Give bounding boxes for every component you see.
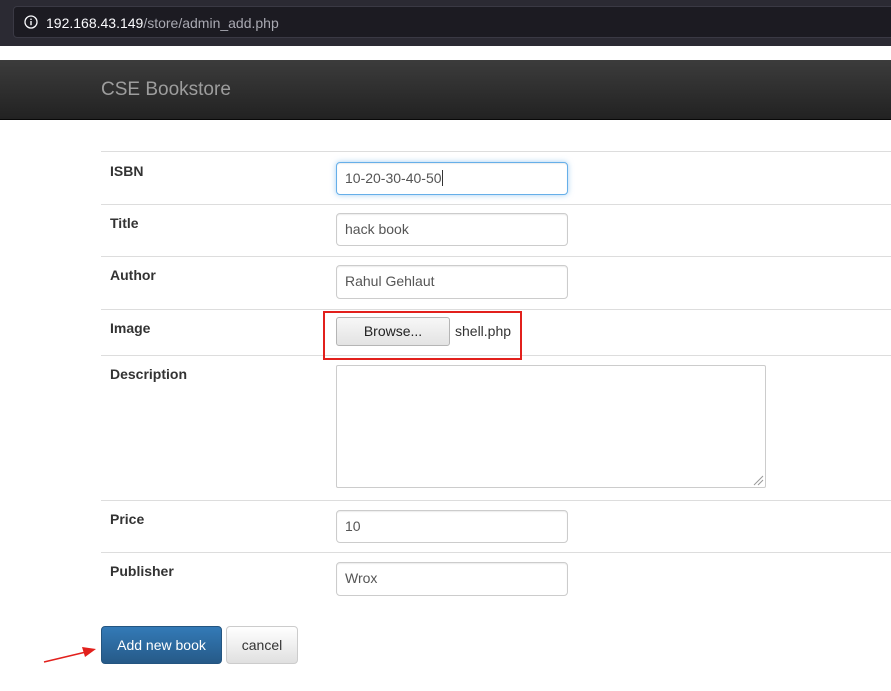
selected-file-name: shell.php [455,323,512,339]
title-input[interactable]: hack book [336,213,568,246]
price-input[interactable]: 10 [336,510,568,543]
browse-button[interactable]: Browse... [336,317,450,346]
url-text: 192.168.43.149/store/admin_add.php [46,15,279,31]
title-label: Title [110,215,139,231]
image-label: Image [110,320,151,336]
add-book-form: ISBN 10-20-30-40-50 Title hack book Auth… [101,151,891,604]
info-icon[interactable] [24,15,38,29]
author-row: Author Rahul Gehlaut [101,256,891,309]
url-bar[interactable]: 192.168.43.149/store/admin_add.php [13,6,891,38]
price-row: Price 10 [101,500,891,552]
price-label: Price [110,511,145,527]
resize-grip-icon[interactable] [752,474,764,486]
url-host: 192.168.43.149 [46,15,144,31]
description-label: Description [110,366,188,382]
isbn-label: ISBN [110,163,144,179]
publisher-row: Publisher Wrox [101,552,891,604]
title-row: Title hack book [101,204,891,256]
arrow-icon [43,647,96,663]
isbn-row: ISBN 10-20-30-40-50 [101,151,891,204]
brand-link[interactable]: CSE Bookstore [101,79,231,101]
add-new-book-button[interactable]: Add new book [101,626,222,664]
description-row: Description [101,355,891,500]
text-caret [441,170,443,186]
publisher-input[interactable]: Wrox [336,562,568,596]
author-input[interactable]: Rahul Gehlaut [336,265,568,299]
cancel-button[interactable]: cancel [226,626,298,664]
description-textarea[interactable] [336,365,766,488]
author-label: Author [110,267,156,283]
navbar: CSE Bookstore [0,60,891,120]
isbn-value: 10-20-30-40-50 [345,170,442,186]
browser-toolbar: 192.168.43.149/store/admin_add.php [0,0,891,46]
isbn-input[interactable]: 10-20-30-40-50 [336,162,568,195]
publisher-label: Publisher [110,563,174,579]
url-path: /store/admin_add.php [143,15,279,31]
